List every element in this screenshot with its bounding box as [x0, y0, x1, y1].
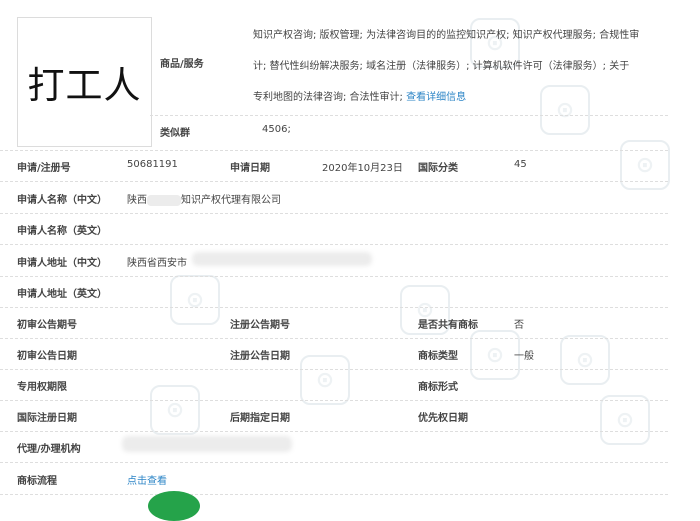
divider [0, 400, 668, 401]
trademark-type-label: 商标类型 [418, 351, 458, 362]
shared-trademark-label: 是否共有商标 [418, 320, 478, 331]
trademark-form-label: 商标形式 [418, 382, 458, 393]
shared-trademark-value: 否 [514, 320, 524, 331]
watermark-icon: ⊙ [170, 275, 220, 325]
divider [0, 213, 668, 214]
apply-date-value: 2020年10月23日 [322, 163, 403, 174]
divider [0, 369, 668, 370]
priority-date-label: 优先权日期 [418, 413, 468, 424]
process-label: 商标流程 [17, 476, 57, 487]
divider [0, 494, 668, 495]
applicant-name-prefix: 陕西 [127, 195, 147, 206]
similar-group-value: 4506; [262, 124, 291, 135]
prelim-number-label: 初审公告期号 [17, 320, 77, 331]
applicant-name-en-label: 申请人名称（英文） [17, 226, 107, 237]
applicant-address-cn-label: 申请人地址（中文） [17, 258, 107, 269]
prelim-date-label: 初审公告日期 [17, 351, 77, 362]
divider [0, 338, 668, 339]
apply-date-label: 申请日期 [230, 163, 270, 174]
watermark-icon: ⊙ [560, 335, 610, 385]
watermark-icon: ⊙ [150, 385, 200, 435]
divider [0, 462, 668, 463]
redacted-agent [122, 436, 292, 452]
goods-label: 商品/服务 [160, 59, 204, 70]
divider [0, 244, 668, 245]
reg-number-label: 申请/注册号 [17, 163, 71, 174]
similar-group-label: 类似群 [160, 128, 190, 139]
later-designation-date-label: 后期指定日期 [230, 413, 290, 424]
applicant-address-cn-value: 陕西省西安市 [127, 258, 187, 269]
intl-reg-date-label: 国际注册日期 [17, 413, 77, 424]
divider [150, 115, 668, 116]
watermark-icon: ⊙ [300, 355, 350, 405]
divider [0, 307, 668, 308]
reg-number-value: 50681191 [127, 159, 178, 170]
reg-announce-date-label: 注册公告日期 [230, 351, 290, 362]
trademark-image: 打工人 [17, 17, 152, 147]
applicant-address-en-label: 申请人地址（英文） [17, 289, 107, 300]
goods-line-3-text: 专利地图的法律咨询; 合法性审计; [253, 92, 407, 103]
divider [0, 431, 668, 432]
watermark-icon: ⊙ [600, 395, 650, 445]
view-process-link[interactable]: 点击查看 [127, 472, 167, 487]
divider [0, 276, 668, 277]
applicant-name-cn-label: 申请人名称（中文） [17, 195, 107, 206]
green-badge-icon [148, 491, 200, 521]
agent-label: 代理/办理机构 [17, 444, 81, 455]
applicant-name-suffix: 知识产权代理有限公司 [181, 195, 281, 206]
watermark-icon: ⊙ [540, 85, 590, 135]
intl-class-value: 45 [514, 159, 527, 170]
divider [0, 150, 668, 151]
watermark-icon: ⊙ [620, 140, 670, 190]
exclusive-period-label: 专用权期限 [17, 382, 67, 393]
divider [0, 181, 668, 182]
redacted-address [192, 252, 372, 266]
redacted-text [147, 194, 181, 206]
goods-line-2: 计; 替代性纠纷解决服务; 域名注册（法律服务）; 计算机软件许可（法律服务）;… [253, 61, 630, 72]
applicant-name-cn-value: 陕西 知识产权代理有限公司 [127, 191, 281, 206]
reg-announce-number-label: 注册公告期号 [230, 320, 290, 331]
intl-class-label: 国际分类 [418, 163, 458, 174]
goods-line-1: 知识产权咨询; 版权管理; 为法律咨询目的的监控知识产权; 知识产权代理服务; … [253, 30, 640, 41]
trademark-type-value: 一般 [514, 351, 534, 362]
goods-line-3: 专利地图的法律咨询; 合法性审计; 查看详细信息 [253, 88, 466, 103]
view-details-link[interactable]: 查看详细信息 [406, 92, 466, 103]
